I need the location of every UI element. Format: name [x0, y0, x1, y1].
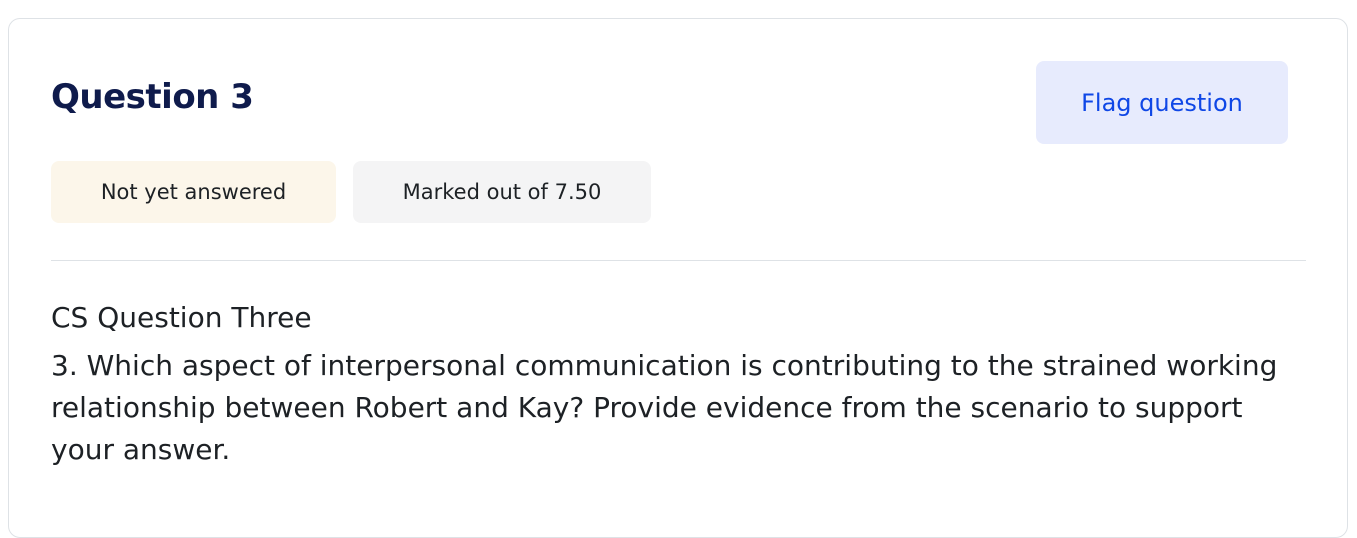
status-badge: Not yet answered — [51, 161, 336, 223]
marks-badge: Marked out of 7.50 — [353, 161, 651, 223]
flag-question-button[interactable]: Flag question — [1036, 61, 1288, 144]
question-title: Question 3 — [51, 77, 254, 117]
question-text: CS Question Three 3. Which aspect of int… — [51, 297, 1301, 471]
question-body: 3. Which aspect of interpersonal communi… — [51, 349, 1278, 466]
divider — [51, 260, 1306, 261]
question-heading: CS Question Three — [51, 301, 312, 334]
question-card: Question 3 Flag question Not yet answere… — [8, 18, 1348, 538]
